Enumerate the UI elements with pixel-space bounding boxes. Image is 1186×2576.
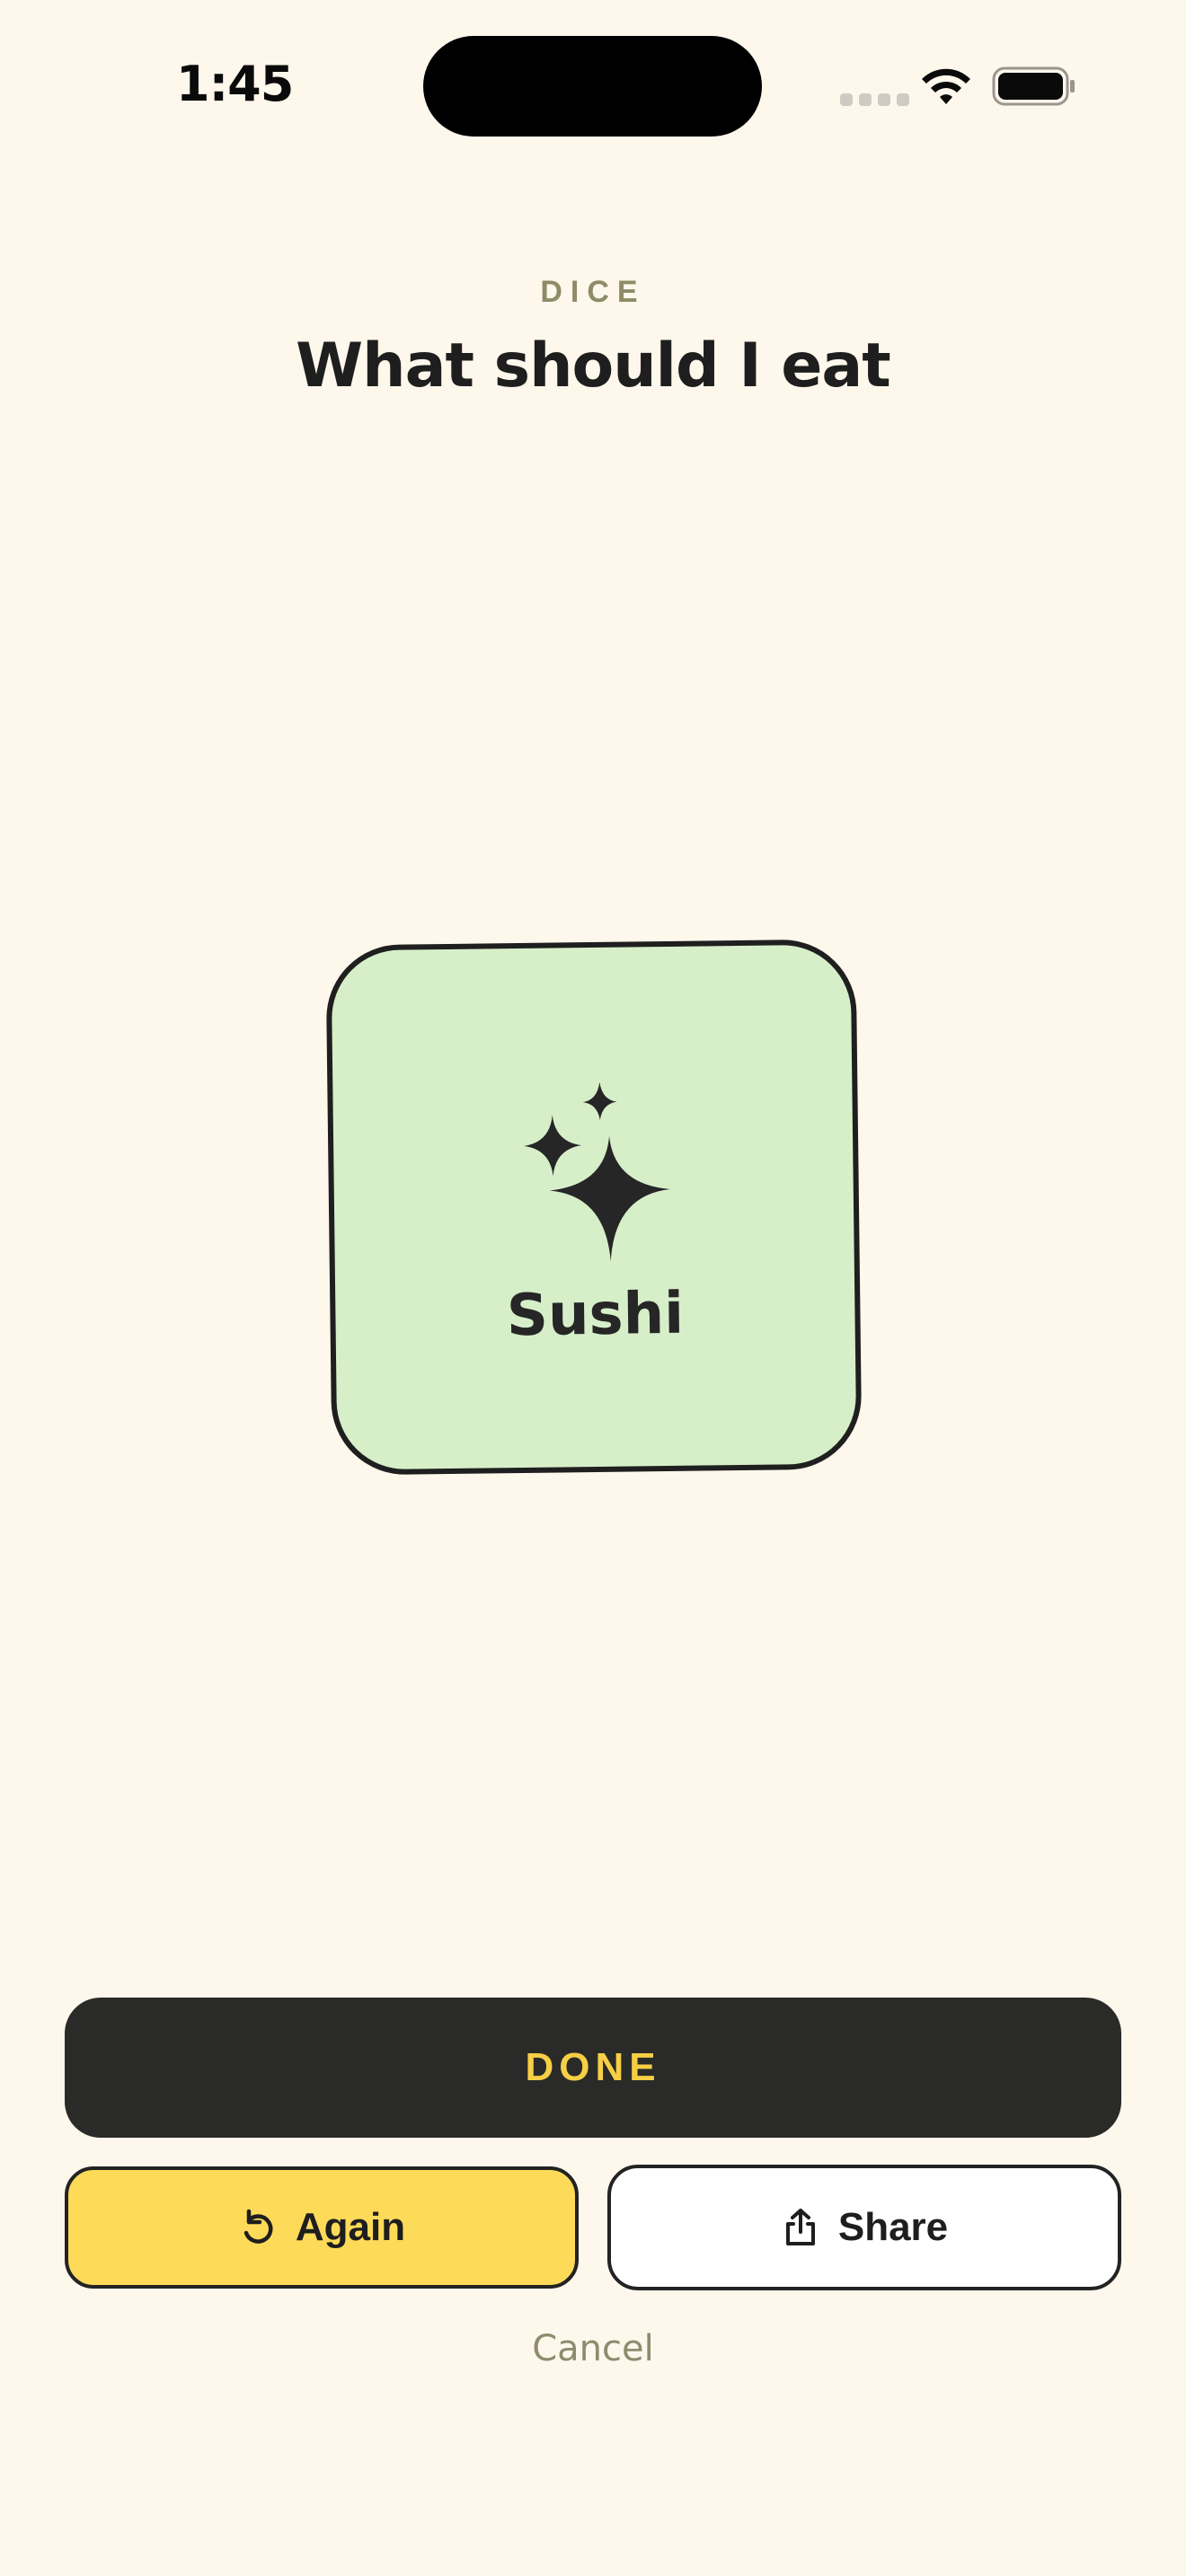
cell-signal-icon [840, 93, 909, 106]
result-card: Sushi [325, 939, 863, 1476]
share-button[interactable]: Share [607, 2165, 1121, 2290]
dynamic-island [423, 36, 762, 137]
page-title: What should I eat [296, 331, 891, 401]
page-eyebrow: DICE [540, 275, 646, 309]
battery-icon [992, 66, 1075, 106]
status-time: 1:45 [176, 56, 294, 112]
wifi-icon [922, 68, 970, 104]
again-button[interactable]: Again [65, 2166, 579, 2289]
sparkles-icon [524, 1081, 670, 1262]
cancel-link[interactable]: Cancel [0, 2328, 1186, 2369]
rotate-left-icon [243, 2209, 273, 2244]
share-label: Share [837, 2205, 949, 2249]
done-button[interactable]: DONE [65, 1998, 1121, 2138]
result-label: Sushi [506, 1280, 685, 1350]
again-label: Again [295, 2205, 406, 2249]
share-icon [785, 2209, 815, 2245]
